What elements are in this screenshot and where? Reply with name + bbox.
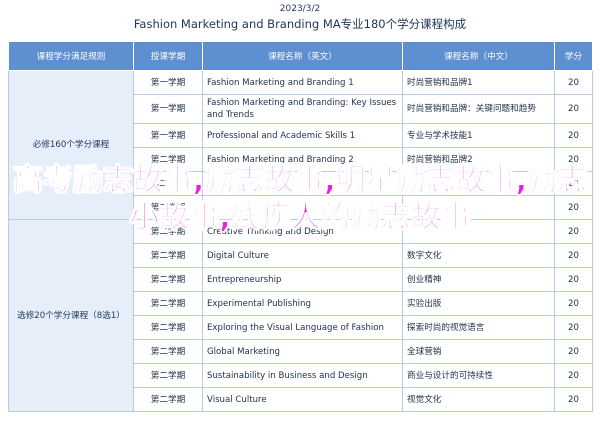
course-name-en: Fashion Marketing and Branding: Key Issu… [202,94,403,124]
category-required: 必修160个学分课程 [8,70,134,220]
course-name-en: Professional and Academic Skills 1 [202,123,403,148]
course-name-en: Experimental Publishing [202,291,403,316]
credit-cell: 20 [554,243,593,268]
course-name-zh [402,195,555,220]
course-name-zh: 全球营销 [402,339,555,364]
semester-cell: 第一学期 [133,123,203,148]
header-name-zh: 课程名称（中文） [402,41,555,71]
course-name-en: Creative Thinking and Design [202,219,403,244]
course-name-zh: 时尚营销和品牌2 [402,147,555,172]
credit-cell: 20 [554,363,593,388]
course-name-en [202,195,403,220]
course-name-en: Sustainability in Business and Design [202,363,403,388]
credit-cell: 20 [554,70,593,95]
header-name-en: 课程名称（英文） [202,41,403,71]
credit-cell: 20 [554,387,593,412]
course-name-zh: 商业与设计的可持续性 [402,363,555,388]
course-name-en: Exploring the Visual Language of Fashion [202,315,403,340]
course-name-zh: 专业与学术技能1 [402,123,555,148]
course-name-zh: 创业精神 [402,267,555,292]
semester-cell: 第二学期 [133,387,203,412]
course-name-zh: 数字文化 [402,243,555,268]
credit-cell: 20 [554,291,593,316]
course-name-en: Digital Culture [202,243,403,268]
credit-cell: 20 [554,123,593,148]
title-area: 2023/3/2 Fashion Marketing and Branding … [0,0,600,40]
semester-cell: 第二学期 [133,339,203,364]
course-name-zh: 探索时尚的视觉语言 [402,315,555,340]
credit-cell: 20 [554,267,593,292]
date-label: 2023/3/2 [279,4,321,14]
category-elective: 选修20个学分课程（8选1） [8,219,134,412]
semester-cell: 第二学期 [133,363,203,388]
credit-cell: 20 [554,147,593,172]
course-name-zh: 视觉文化 [402,387,555,412]
semester-cell: 第二学期 [133,291,203,316]
credit-cell: 20 [554,195,593,220]
semester-cell: 第二学期 [133,171,203,196]
semester-cell: 第一学期 [133,70,203,95]
course-name-zh [402,219,555,244]
course-name-en: Fashion Marketing and Branding 2 [202,147,403,172]
course-table: 课程学分满足规则 授课学期 课程名称（英文） 课程名称（中文） 学分 必修160… [8,41,593,412]
table-row: 选修20个学分课程（8选1） 第二学期 Creative Thinking an… [8,219,593,412]
semester-cell: 第二学期 [133,219,203,244]
semester-cell: 第二学期 [133,315,203,340]
course-name-zh: 时尚营销和品牌：关键问题和趋势 [402,94,555,124]
course-name-en: Visual Culture [202,387,403,412]
course-name-zh: 实验出版 [402,291,555,316]
semester-cell: 第一学期 [133,94,203,124]
header-semester: 授课学期 [133,41,203,71]
course-name-zh [402,171,555,196]
semester-cell: 第二学期 [133,267,203,292]
course-name-en: Entrepreneurship [202,267,403,292]
semester-cell: 第二学期 [133,147,203,172]
credit-cell: 20 [554,171,593,196]
course-name-zh: 时尚营销和品牌1 [402,70,555,95]
table-header-row: 课程学分满足规则 授课学期 课程名称（英文） 课程名称（中文） 学分 [8,41,593,71]
course-name-en [202,171,403,196]
semester-cell: 第二学期 [133,195,203,220]
header-rule: 课程学分满足规则 [8,41,134,71]
course-name-en: Fashion Marketing and Branding 1 [202,70,403,95]
course-name-en: Global Marketing [202,339,403,364]
page-title: Fashion Marketing and Branding MA专业180个学… [133,17,467,31]
credit-cell: 20 [554,315,593,340]
table-row: 必修160个学分课程 第一学期 Fashion Marketing and Br… [8,70,593,220]
header-credit: 学分 [554,41,593,71]
semester-cell: 第二学期 [133,243,203,268]
credit-cell: 20 [554,339,593,364]
credit-cell: 20 [554,219,593,244]
credit-cell: 20 [554,94,593,124]
